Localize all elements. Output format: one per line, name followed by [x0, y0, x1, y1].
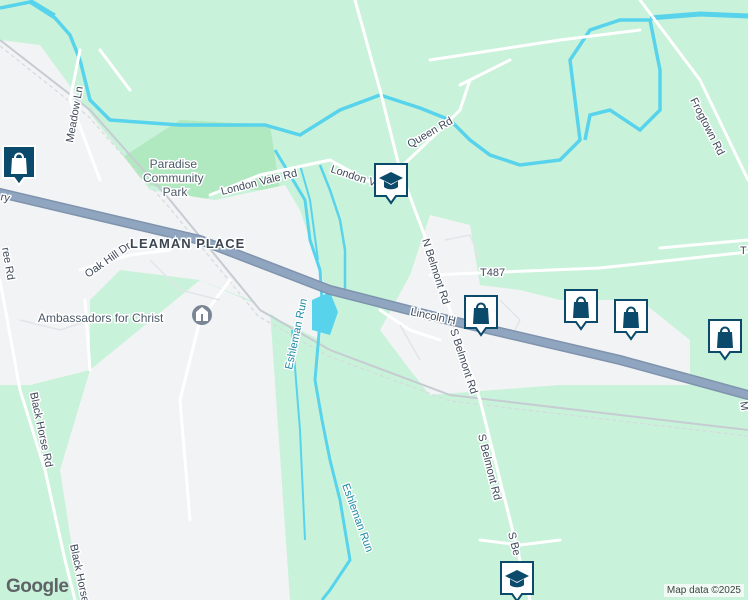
- church-icon: [192, 305, 212, 325]
- park-label-line-1: Paradise: [150, 157, 198, 171]
- leaman-place-label: LEAMAN PLACE: [130, 236, 245, 251]
- school-marker[interactable]: [372, 162, 410, 206]
- park-label-line-2: Community: [143, 171, 204, 185]
- shopping-marker[interactable]: [612, 298, 650, 342]
- park-label-line-3: Park: [163, 185, 189, 199]
- shopping-marker[interactable]: [562, 288, 600, 332]
- ambassadors-label: Ambassadors for Christ: [38, 311, 164, 325]
- shopping-marker[interactable]: [706, 318, 744, 362]
- t487-label: T487: [480, 267, 505, 279]
- map-attribution[interactable]: Map data ©2025: [663, 584, 744, 597]
- shopping-marker[interactable]: [0, 144, 38, 188]
- google-logo[interactable]: Google: [6, 576, 69, 598]
- school-marker[interactable]: [498, 560, 536, 600]
- right-edge-road-label: M: [737, 400, 748, 411]
- shopping-marker[interactable]: [462, 294, 500, 338]
- map-canvas[interactable]: Paradise Community Park LEAMAN PLACE Amb…: [0, 0, 748, 600]
- t-road-label: T: [740, 245, 747, 257]
